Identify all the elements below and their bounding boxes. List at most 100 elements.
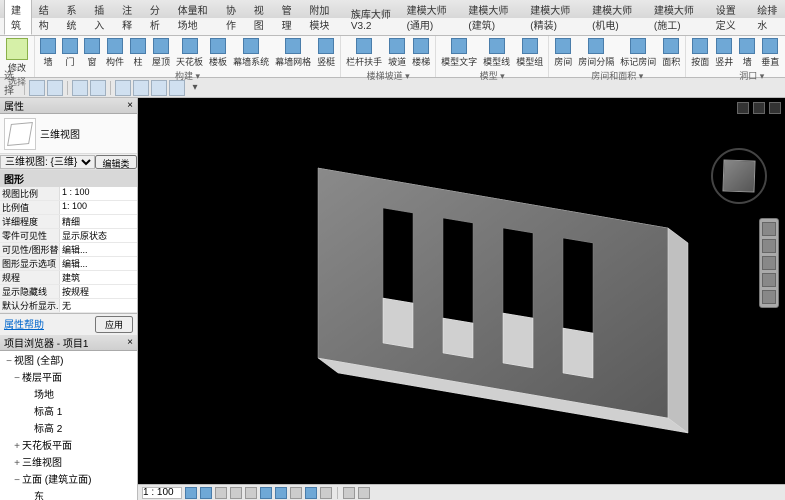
tree-node[interactable]: +天花板平面 bbox=[0, 436, 137, 453]
ribbon-button[interactable]: 楼梯 bbox=[410, 37, 432, 69]
crop-region-icon[interactable] bbox=[275, 487, 287, 499]
property-value[interactable]: 按规程 bbox=[60, 285, 137, 298]
apply-button[interactable]: 应用 bbox=[95, 316, 133, 333]
sun-path-icon[interactable] bbox=[215, 487, 227, 499]
qat-tool-icon[interactable] bbox=[115, 80, 131, 96]
qat-undo-icon[interactable] bbox=[72, 80, 88, 96]
ribbon-tab[interactable]: 建模大师 (建筑) bbox=[461, 0, 523, 35]
nav-orbit-icon[interactable] bbox=[762, 273, 776, 287]
tree-node[interactable]: 标高 2 bbox=[0, 419, 137, 436]
nav-pan-icon[interactable] bbox=[762, 239, 776, 253]
ribbon-button[interactable]: 房间分隔 bbox=[576, 37, 616, 69]
qat-tool-icon[interactable] bbox=[169, 80, 185, 96]
ribbon-tab[interactable]: 建模大师 (精装) bbox=[523, 0, 585, 35]
ribbon-button[interactable]: 墙 bbox=[737, 37, 757, 69]
ribbon-tab[interactable]: 附加模块 bbox=[302, 0, 344, 35]
ribbon-button[interactable]: 房间 bbox=[552, 37, 574, 69]
ribbon-tab[interactable]: 设置定义 bbox=[709, 0, 751, 35]
qat-redo-icon[interactable] bbox=[90, 80, 106, 96]
ribbon-button[interactable]: 门 bbox=[60, 37, 80, 69]
detail-level-icon[interactable] bbox=[185, 487, 197, 499]
ribbon-tab[interactable]: 建模大师 (通用) bbox=[400, 0, 462, 35]
rendering-icon[interactable] bbox=[245, 487, 257, 499]
property-value[interactable]: 1: 100 bbox=[60, 201, 137, 214]
scale-input[interactable] bbox=[142, 487, 182, 499]
close-view-icon[interactable] bbox=[769, 102, 781, 114]
tree-node[interactable]: 场地 bbox=[0, 385, 137, 402]
viewport-3d[interactable] bbox=[138, 98, 785, 500]
qat-cursor-icon[interactable] bbox=[29, 80, 45, 96]
properties-panel-header[interactable]: 属性× bbox=[0, 98, 137, 114]
property-value[interactable]: 编辑... bbox=[60, 257, 137, 270]
qat-filter-icon[interactable] bbox=[47, 80, 63, 96]
ribbon-button[interactable]: 楼板 bbox=[207, 37, 229, 69]
ribbon-tab[interactable]: 建筑 bbox=[4, 0, 32, 35]
shadows-icon[interactable] bbox=[230, 487, 242, 499]
tree-node[interactable]: 标高 1 bbox=[0, 402, 137, 419]
ribbon-button[interactable]: 竖井 bbox=[713, 37, 735, 69]
ribbon-tab[interactable]: 插入 bbox=[87, 0, 115, 35]
ribbon-button[interactable]: 模型组 bbox=[514, 37, 545, 69]
ribbon-button[interactable]: 构件 bbox=[104, 37, 126, 69]
ribbon-tab[interactable]: 建模大师 (机电) bbox=[585, 0, 647, 35]
tree-node[interactable]: −视图 (全部) bbox=[0, 351, 137, 368]
reveal-icon[interactable] bbox=[320, 487, 332, 499]
ribbon-button[interactable]: 柱 bbox=[128, 37, 148, 69]
ribbon-button[interactable]: 面积 bbox=[660, 37, 682, 69]
visual-style-icon[interactable] bbox=[200, 487, 212, 499]
ribbon-tab[interactable]: 视图 bbox=[247, 0, 275, 35]
ribbon-button[interactable]: 按面 bbox=[689, 37, 711, 69]
select-dropdown[interactable]: 选择 ▾ bbox=[4, 80, 20, 96]
ribbon-tab[interactable]: 体量和场地 bbox=[171, 0, 219, 35]
ribbon-tab[interactable]: 绘排水 bbox=[750, 0, 785, 35]
ribbon-tab[interactable]: 结构 bbox=[32, 0, 60, 35]
ribbon-tab[interactable]: 协作 bbox=[219, 0, 247, 35]
ribbon-button[interactable]: 坡道 bbox=[386, 37, 408, 69]
ribbon-button[interactable]: 竖梃 bbox=[315, 37, 337, 69]
ribbon-button[interactable]: 栏杆扶手 bbox=[344, 37, 384, 69]
ribbon-button[interactable]: 模型文字 bbox=[439, 37, 479, 69]
status-icon[interactable] bbox=[358, 487, 370, 499]
ribbon-button[interactable]: 标记房间 bbox=[618, 37, 658, 69]
nav-zoom-icon[interactable] bbox=[762, 256, 776, 270]
ribbon-tab[interactable]: 管理 bbox=[275, 0, 303, 35]
properties-help-link[interactable]: 属性帮助 bbox=[4, 316, 44, 333]
ribbon-button[interactable]: 垂直 bbox=[759, 37, 781, 69]
ribbon-button[interactable]: 幕墙网格 bbox=[273, 37, 313, 69]
tree-node[interactable]: +三维视图 bbox=[0, 453, 137, 470]
element-type-select[interactable]: 三维视图: {三维} bbox=[0, 155, 95, 169]
property-value[interactable]: 精细 bbox=[60, 215, 137, 228]
maximize-icon[interactable] bbox=[753, 102, 765, 114]
ribbon-tab[interactable]: 族库大师V3.2 bbox=[344, 3, 400, 35]
lock-3d-icon[interactable] bbox=[290, 487, 302, 499]
tree-node[interactable]: −立面 (建筑立面) bbox=[0, 470, 137, 487]
ribbon-tab[interactable]: 系统 bbox=[60, 0, 88, 35]
close-icon[interactable]: × bbox=[127, 337, 133, 348]
ribbon-button[interactable]: 窗 bbox=[82, 37, 102, 69]
property-value[interactable]: 编辑... bbox=[60, 243, 137, 256]
nav-look-icon[interactable] bbox=[762, 290, 776, 304]
ribbon-button[interactable]: 天花板 bbox=[174, 37, 205, 69]
ribbon-tab[interactable]: 建模大师 (施工) bbox=[647, 0, 709, 35]
qat-tool-icon[interactable] bbox=[133, 80, 149, 96]
property-value[interactable]: 1 : 100 bbox=[60, 187, 137, 200]
property-value[interactable]: 建筑 bbox=[60, 271, 137, 284]
tree-node[interactable]: −楼层平面 bbox=[0, 368, 137, 385]
browser-panel-header[interactable]: 项目浏览器 - 项目1× bbox=[0, 335, 137, 351]
edit-type-button[interactable]: 编辑类型 bbox=[95, 155, 137, 169]
ribbon-button[interactable]: 墙 bbox=[38, 37, 58, 69]
tree-node[interactable]: 东 bbox=[0, 487, 137, 500]
property-value[interactable]: 显示原状态 bbox=[60, 229, 137, 242]
close-icon[interactable]: × bbox=[127, 100, 133, 111]
property-value[interactable]: 无 bbox=[60, 299, 137, 312]
qat-dropdown-icon[interactable]: ▾ bbox=[187, 80, 203, 96]
ribbon-button[interactable]: 屋顶 bbox=[150, 37, 172, 69]
status-icon[interactable] bbox=[343, 487, 355, 499]
temp-hide-icon[interactable] bbox=[305, 487, 317, 499]
nav-wheel-icon[interactable] bbox=[762, 222, 776, 236]
minimize-icon[interactable] bbox=[737, 102, 749, 114]
qat-tool-icon[interactable] bbox=[151, 80, 167, 96]
ribbon-tab[interactable]: 分析 bbox=[143, 0, 171, 35]
ribbon-button[interactable]: 模型线 bbox=[481, 37, 512, 69]
crop-view-icon[interactable] bbox=[260, 487, 272, 499]
